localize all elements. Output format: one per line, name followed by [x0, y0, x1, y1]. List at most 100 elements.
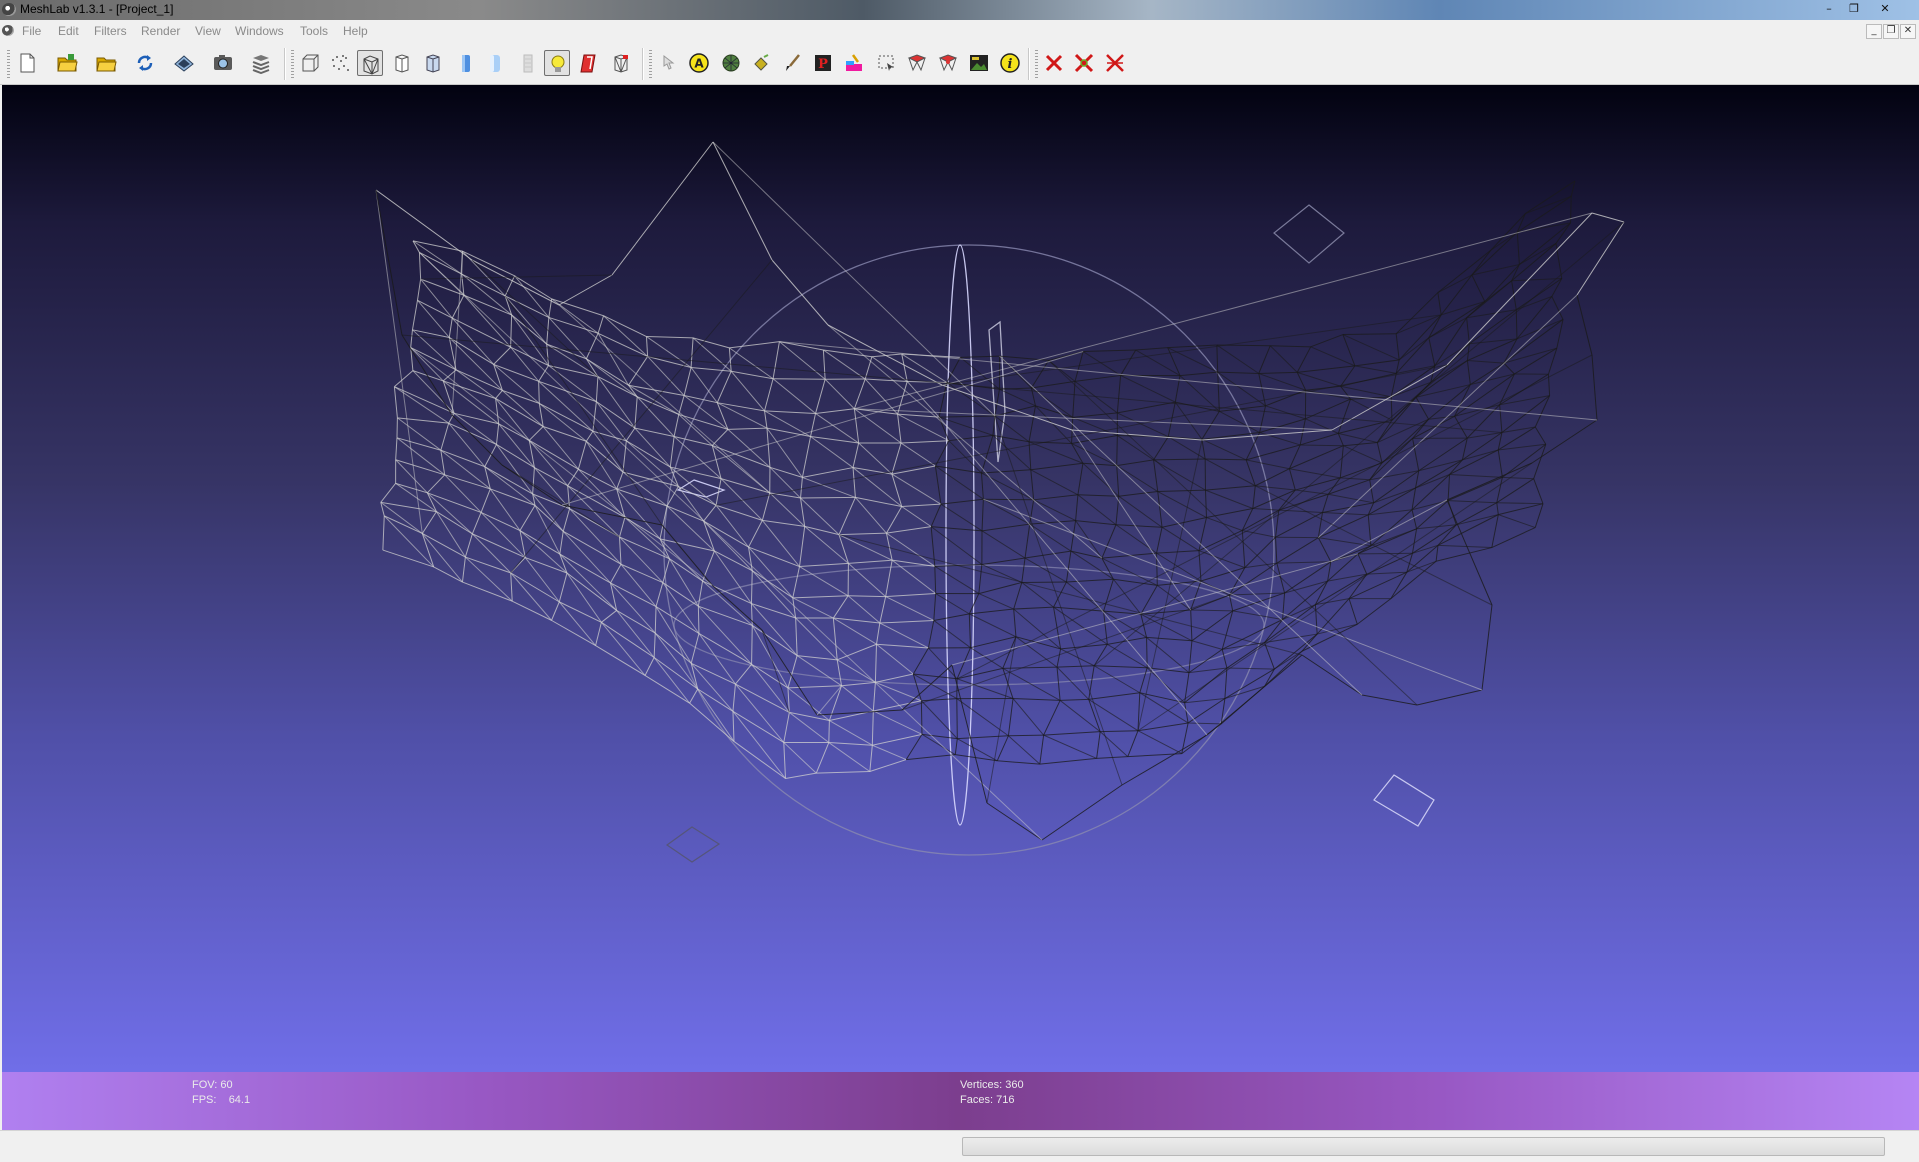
- mesh-edge: [596, 377, 597, 402]
- color-sphere-button[interactable]: [718, 50, 744, 76]
- mesh-edge: [384, 516, 422, 534]
- delete-selected-button[interactable]: [1102, 50, 1128, 76]
- mesh-edge: [568, 469, 579, 485]
- menu-tools[interactable]: Tools: [300, 24, 328, 38]
- mesh-edge: [1276, 510, 1279, 537]
- selected-faces-button[interactable]: [608, 50, 634, 76]
- mesh-edge: [1117, 402, 1175, 413]
- new-project-button[interactable]: [14, 50, 40, 76]
- annotation-button[interactable]: A: [686, 50, 712, 76]
- mesh-edge: [902, 595, 1229, 710]
- wireframe-mesh[interactable]: [2, 85, 1919, 1072]
- mdi-close-button[interactable]: ✕: [1900, 24, 1916, 39]
- document-icon[interactable]: [2, 25, 14, 36]
- mesh-edge: [728, 428, 767, 429]
- mesh-edge: [1140, 693, 1188, 723]
- paint-bucket-button[interactable]: [748, 50, 774, 76]
- mesh-edge: [434, 567, 463, 582]
- toolbar-grip[interactable]: [649, 50, 652, 78]
- mesh-edge: [1592, 213, 1624, 222]
- bounding-box-button[interactable]: [297, 50, 323, 76]
- flat-lines-icon: [422, 52, 444, 74]
- mesh-edge: [1368, 510, 1412, 515]
- mesh-edge: [456, 370, 496, 399]
- mesh-edge: [655, 607, 656, 634]
- mesh-edge: [547, 344, 598, 376]
- 3d-viewport[interactable]: [2, 85, 1919, 1072]
- mesh-edge: [892, 443, 901, 474]
- menu-render[interactable]: Render: [141, 24, 180, 38]
- open-project-button[interactable]: [54, 50, 80, 76]
- mesh-edge: [1122, 735, 1207, 785]
- toolbar-grip[interactable]: [291, 50, 294, 78]
- menu-windows[interactable]: Windows: [235, 24, 284, 38]
- mesh-edge: [1157, 527, 1162, 553]
- menu-help[interactable]: Help: [343, 24, 368, 38]
- paint-brush-button[interactable]: [779, 50, 805, 76]
- mesh-edge: [1205, 486, 1255, 490]
- mesh-edge: [1270, 346, 1297, 373]
- mesh-edge: [942, 385, 1072, 430]
- info-button[interactable]: i: [997, 50, 1023, 76]
- mesh-edge: [941, 499, 983, 504]
- snapshot-button[interactable]: [210, 50, 236, 76]
- menu-file[interactable]: File: [22, 24, 41, 38]
- mesh-edge: [1117, 413, 1168, 437]
- points-button[interactable]: [327, 50, 353, 76]
- mesh-edge: [1447, 500, 1492, 605]
- info-overlay: FOV: 60 FPS: 64.1 Vertices: 360 Faces: 7…: [2, 1072, 1919, 1130]
- select-vertices-button[interactable]: [935, 50, 961, 76]
- flat-lines-button[interactable]: [420, 50, 446, 76]
- maximize-button[interactable]: ❐: [1842, 1, 1866, 16]
- close-button[interactable]: ✕: [1867, 1, 1903, 16]
- mesh-edge: [559, 602, 601, 622]
- mesh-edge: [1419, 460, 1463, 471]
- delete-faces-button[interactable]: [1041, 50, 1067, 76]
- minimize-button[interactable]: –: [1817, 1, 1841, 16]
- mesh-edge: [563, 509, 569, 532]
- menu-filters[interactable]: Filters: [94, 24, 127, 38]
- mesh-edge: [1283, 593, 1285, 620]
- select-faces-button[interactable]: [904, 50, 930, 76]
- mesh-edge: [762, 520, 804, 526]
- texture-button[interactable]: [515, 50, 541, 76]
- layers-button[interactable]: [248, 50, 274, 76]
- mesh-edge: [876, 623, 879, 644]
- mesh-edge: [1054, 582, 1067, 607]
- pick-button[interactable]: [654, 50, 680, 76]
- toolbar-grip[interactable]: [7, 50, 10, 78]
- delete-vertices-button[interactable]: [1071, 50, 1097, 76]
- toolbar-grip[interactable]: [1035, 50, 1038, 78]
- smooth-shading-button[interactable]: [482, 50, 508, 76]
- color-paint-button[interactable]: [841, 50, 867, 76]
- lighting-button[interactable]: [544, 50, 570, 76]
- align-icon: P: [812, 52, 834, 74]
- mesh-edge: [1049, 360, 1417, 705]
- mesh-edge: [704, 505, 716, 521]
- delete-selected-icon: [1104, 52, 1126, 74]
- mesh-edge: [1311, 335, 1343, 347]
- mesh-edge: [1338, 399, 1350, 433]
- menu-edit[interactable]: Edit: [58, 24, 79, 38]
- backface-button[interactable]: [576, 50, 602, 76]
- wireframe-button[interactable]: [357, 50, 383, 76]
- mesh-edge: [995, 416, 1122, 785]
- save-button[interactable]: [171, 50, 197, 76]
- mdi-restore-button[interactable]: ❐: [1883, 24, 1899, 39]
- reload-button[interactable]: [132, 50, 158, 76]
- mesh-edge: [1470, 363, 1504, 384]
- hidden-lines-button[interactable]: [389, 50, 415, 76]
- mesh-edge: [1222, 611, 1233, 649]
- mesh-edge: [816, 743, 829, 774]
- select-region-button[interactable]: [873, 50, 899, 76]
- mdi-minimize-button[interactable]: _: [1866, 24, 1882, 39]
- flat-shading-button[interactable]: [453, 50, 479, 76]
- mesh-edge: [1104, 579, 1114, 611]
- menu-view[interactable]: View: [195, 24, 221, 38]
- align-button[interactable]: P: [810, 50, 836, 76]
- mesh-edge: [853, 468, 855, 498]
- import-mesh-button[interactable]: [93, 50, 119, 76]
- mesh-edge: [1447, 213, 1592, 365]
- mesh-edge: [854, 379, 865, 409]
- raster-layer-button[interactable]: [966, 50, 992, 76]
